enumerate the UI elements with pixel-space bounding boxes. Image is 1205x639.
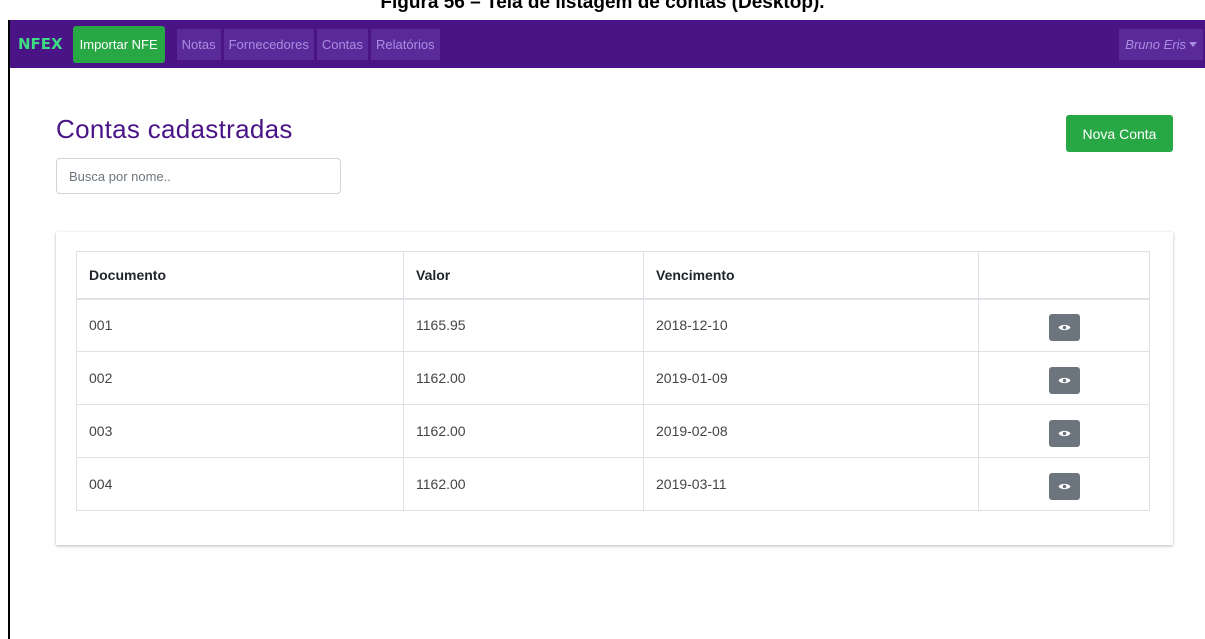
navbar: NFEX Importar NFE Notas Fornecedores Con… (10, 20, 1205, 68)
user-name: Bruno Eris (1125, 37, 1186, 52)
eye-icon (1058, 483, 1070, 489)
cell-vencimento: 2018-12-10 (643, 298, 979, 352)
cell-valor: 1162.00 (403, 457, 644, 511)
cell-documento: 004 (76, 457, 404, 511)
cell-actions (978, 351, 1150, 405)
cell-documento: 001 (76, 298, 404, 352)
table-header-row: Documento Valor Vencimento (76, 251, 1150, 300)
nav-link-notas[interactable]: Notas (176, 28, 221, 60)
view-button[interactable] (1048, 366, 1080, 394)
nav-link-relatorios[interactable]: Relatórios (371, 28, 440, 60)
cell-actions (978, 298, 1150, 352)
cell-valor: 1162.00 (403, 404, 644, 458)
cell-documento: 003 (76, 404, 404, 458)
view-button[interactable] (1048, 313, 1080, 341)
nav-link-fornecedores[interactable]: Fornecedores (223, 28, 314, 60)
header-vencimento: Vencimento (643, 251, 979, 300)
user-menu[interactable]: Bruno Eris (1119, 29, 1203, 60)
view-button[interactable] (1048, 472, 1080, 500)
cell-valor: 1162.00 (403, 351, 644, 405)
header-documento: Documento (76, 251, 404, 300)
app-window: NFEX Importar NFE Notas Fornecedores Con… (8, 20, 1205, 639)
caret-down-icon (1189, 42, 1197, 47)
cell-vencimento: 2019-01-09 (643, 351, 979, 405)
figure-caption: Figura 56 – Tela de listagem de contas (… (380, 0, 825, 13)
accounts-table: Documento Valor Vencimento 001 1165.95 2… (76, 251, 1150, 511)
table-row: 003 1162.00 2019-02-08 (76, 404, 1150, 458)
page-title: Contas cadastradas (56, 114, 293, 144)
cell-valor: 1165.95 (403, 298, 644, 352)
header-actions (978, 251, 1150, 300)
cell-vencimento: 2019-02-08 (643, 404, 979, 458)
nav-link-contas[interactable]: Contas (316, 28, 369, 60)
table-row: 004 1162.00 2019-03-11 (76, 457, 1150, 511)
eye-icon (1058, 377, 1070, 383)
table-row: 002 1162.00 2019-01-09 (76, 351, 1150, 405)
accounts-card: Documento Valor Vencimento 001 1165.95 2… (56, 232, 1173, 545)
cell-documento: 002 (76, 351, 404, 405)
view-button[interactable] (1048, 419, 1080, 447)
header-valor: Valor (403, 251, 644, 300)
eye-icon (1058, 430, 1070, 436)
cell-actions (978, 457, 1150, 511)
cell-actions (978, 404, 1150, 458)
table-row: 001 1165.95 2018-12-10 (76, 298, 1150, 352)
eye-icon (1058, 324, 1070, 330)
brand-logo[interactable]: NFEX (18, 35, 63, 53)
search-input[interactable] (56, 158, 341, 194)
new-account-button[interactable]: Nova Conta (1066, 115, 1173, 152)
import-nfe-button[interactable]: Importar NFE (72, 25, 165, 63)
cell-vencimento: 2019-03-11 (643, 457, 979, 511)
